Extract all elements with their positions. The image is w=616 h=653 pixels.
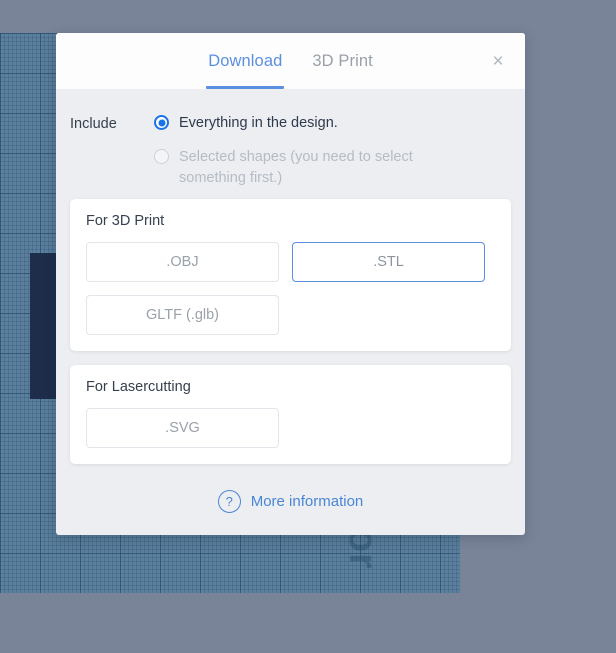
section-title-3d-print: For 3D Print <box>86 213 165 230</box>
include-radio-group: Everything in the design. Selected shape… <box>154 113 511 189</box>
modal-footer: ? More information <box>56 476 525 535</box>
format-button-gltf[interactable]: GLTF (.glb) <box>86 295 279 336</box>
modal-body: Include Everything in the design. Select… <box>56 89 525 476</box>
radio-selected-icon[interactable] <box>154 115 169 130</box>
format-buttons-3d-print: .OBJ .STL GLTF (.glb) <box>86 242 495 336</box>
modal-header: Download 3D Print × <box>56 33 525 89</box>
section-3d-print: For 3D Print .OBJ .STL GLTF (.glb) <box>70 199 511 352</box>
format-buttons-lasercutting: .SVG <box>86 408 495 449</box>
radio-label-everything: Everything in the design. <box>179 115 338 131</box>
format-button-stl[interactable]: .STL <box>292 242 485 283</box>
close-icon[interactable]: × <box>483 46 513 76</box>
app-topbar <box>0 0 616 33</box>
question-mark-icon: ? <box>217 490 241 513</box>
radio-option-selected-shapes: Selected shapes (you need to select some… <box>154 147 511 189</box>
radio-label-selected-shapes: Selected shapes (you need to select some… <box>179 149 413 187</box>
tab-download[interactable]: Download <box>206 52 285 89</box>
canvas-shape-rectangle[interactable] <box>30 253 58 399</box>
include-label: Include <box>70 116 117 132</box>
tab-3d-print[interactable]: 3D Print <box>310 52 374 89</box>
download-modal: Download 3D Print × Include Everything i… <box>56 33 525 535</box>
radio-unselected-icon <box>154 149 169 165</box>
section-lasercutting: For Lasercutting .SVG <box>70 365 511 465</box>
include-row: Include Everything in the design. Select… <box>70 107 511 199</box>
format-button-obj[interactable]: .OBJ <box>86 242 279 283</box>
more-information-link[interactable]: ? More information <box>217 490 364 513</box>
radio-option-everything[interactable]: Everything in the design. <box>154 113 511 134</box>
format-button-svg[interactable]: .SVG <box>86 408 279 449</box>
section-title-lasercutting: For Lasercutting <box>86 379 191 396</box>
more-information-label: More information <box>250 493 364 510</box>
